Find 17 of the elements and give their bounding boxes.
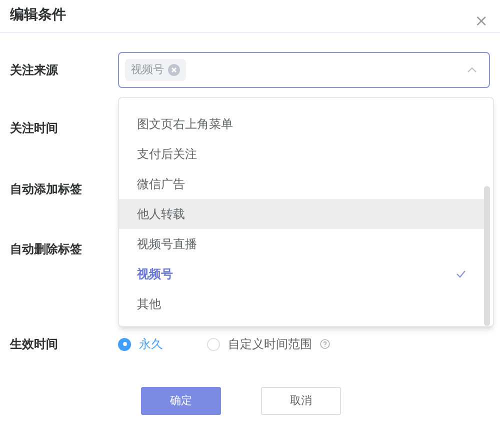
field-label: 自动添加标签 [10,181,83,198]
tag-text: 视频号 [131,62,164,78]
confirm-button[interactable]: 确定 [141,387,221,415]
field-label: 生效时间 [10,336,59,353]
field-label: 关注时间 [10,120,59,137]
cancel-button[interactable]: 取消 [261,387,341,415]
close-icon[interactable] [168,64,180,76]
dialog-title: 编辑条件 [10,6,66,25]
radio-button[interactable] [207,338,220,350]
chevron-icon [467,67,477,73]
radio-label: 自定义时间范围 [228,336,312,353]
radio-label: 永久 [139,336,163,353]
dropdown-option[interactable]: 他人转载 [119,199,484,229]
radio-button[interactable] [118,338,131,350]
field-label: 关注来源 [10,62,59,79]
check-icon [456,270,466,278]
field-label: 自动删除标签 [10,241,83,258]
